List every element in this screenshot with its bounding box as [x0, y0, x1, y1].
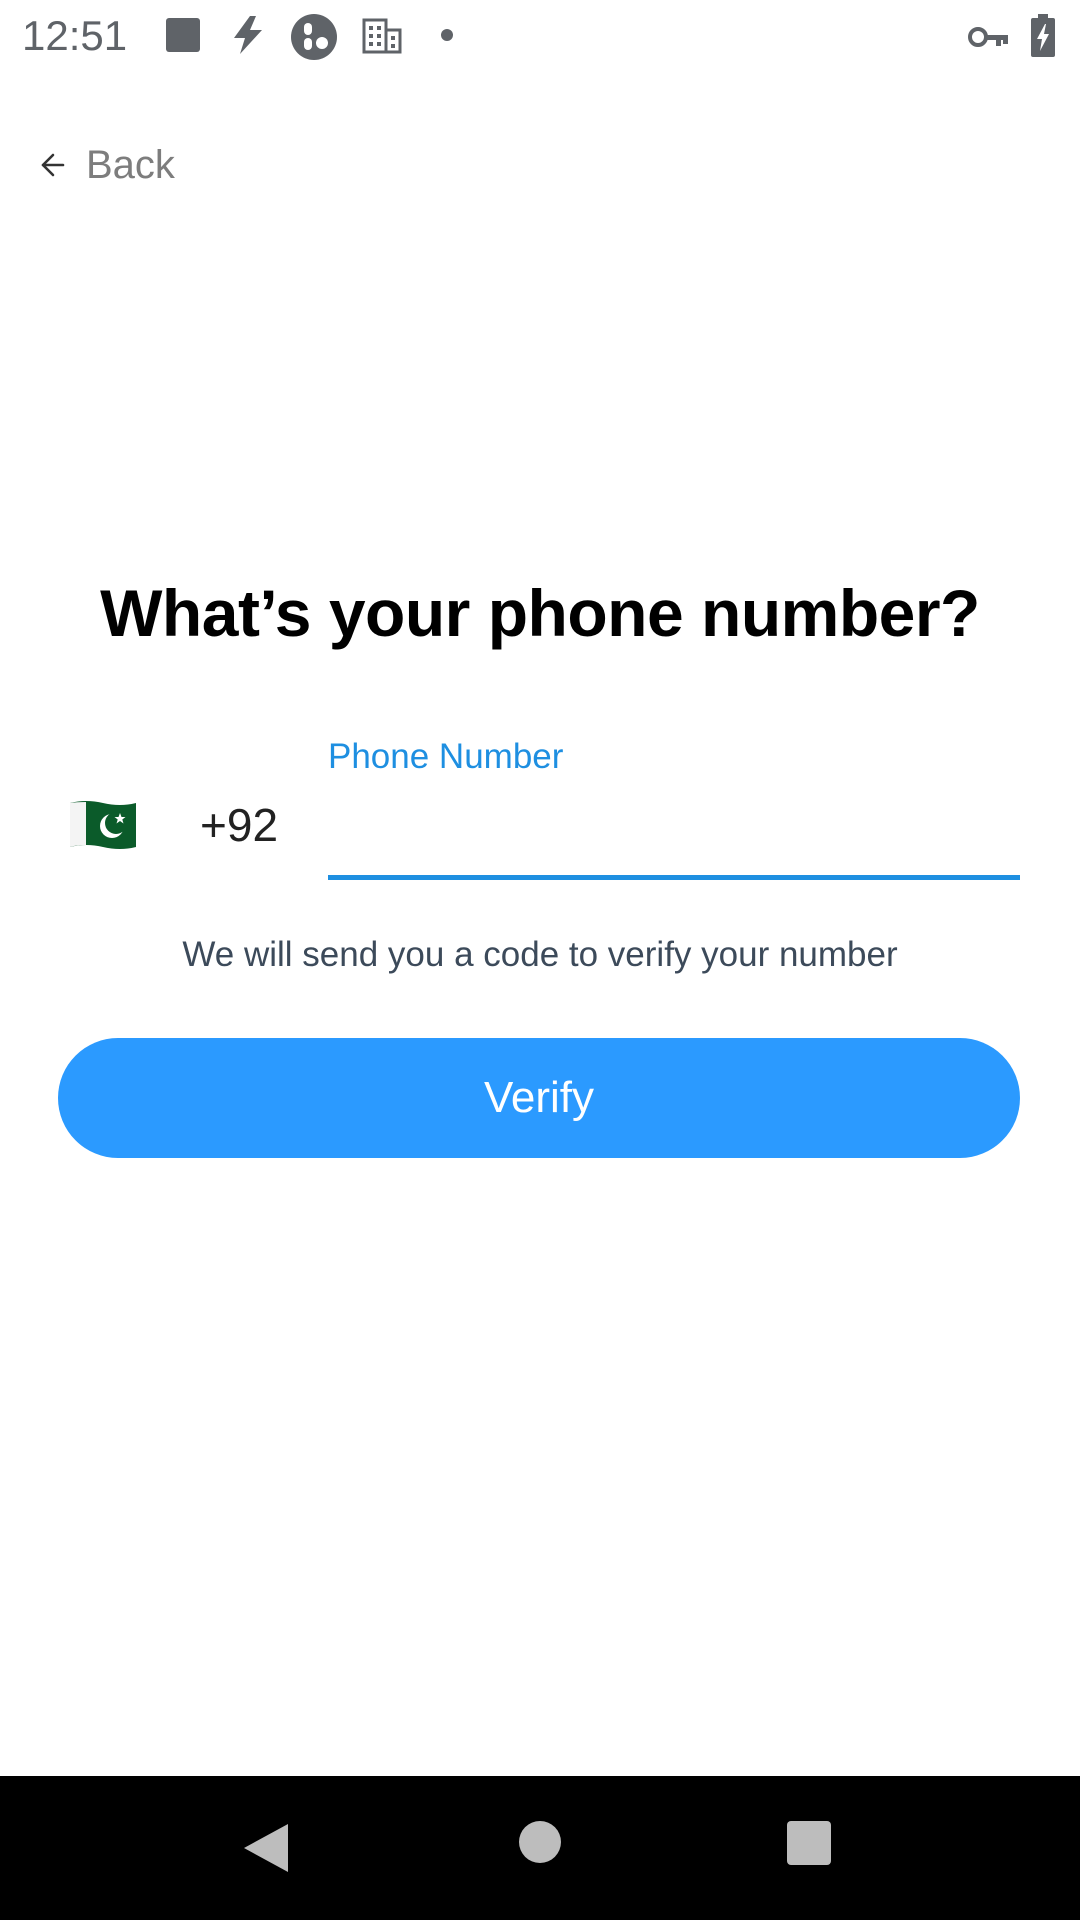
arrow-left-icon — [41, 153, 65, 177]
phone-input-underline — [328, 875, 1020, 880]
back-label: Back — [86, 142, 175, 187]
page-title: What’s your phone number? — [100, 576, 980, 650]
verification-hint: We will send you a code to verify your n… — [182, 935, 898, 974]
back-nav-icon[interactable] — [240, 1820, 292, 1876]
dot-icon — [441, 29, 453, 41]
battery-charging-icon — [1031, 14, 1055, 57]
vpn-key-icon — [968, 27, 1008, 47]
country-code[interactable]: +92 — [200, 798, 278, 852]
phone-number-screen: 12:51 Back What’s your phone number? +92… — [0, 0, 1080, 1920]
recents-nav-icon[interactable] — [786, 1820, 832, 1866]
phone-number-input[interactable] — [328, 785, 1020, 875]
square-notification-icon — [166, 18, 200, 52]
lightning-icon — [234, 16, 262, 54]
building-icon — [362, 18, 402, 54]
navigation-bar — [0, 1776, 1080, 1920]
status-bar: 12:51 — [0, 0, 1080, 72]
verify-button[interactable]: Verify — [58, 1038, 1020, 1158]
status-time: 12:51 — [22, 12, 128, 59]
assistant-app-icon — [291, 14, 337, 60]
phone-number-label: Phone Number — [328, 737, 564, 776]
home-nav-icon[interactable] — [518, 1820, 562, 1864]
verify-button-label: Verify — [483, 1073, 595, 1122]
pakistan-flag-icon[interactable] — [68, 799, 138, 851]
back-button[interactable]: Back — [40, 135, 175, 195]
